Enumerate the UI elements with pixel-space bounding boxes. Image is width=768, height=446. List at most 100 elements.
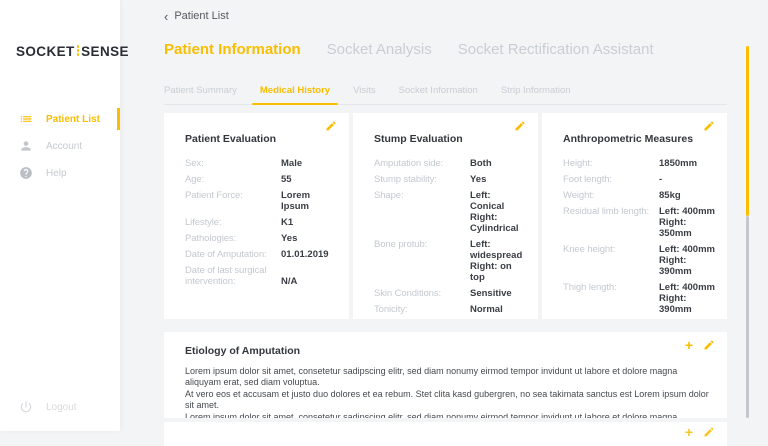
edit-button[interactable] xyxy=(514,120,526,132)
field-label: Thigh length: xyxy=(563,282,617,293)
tab-socket-analysis[interactable]: Socket Analysis xyxy=(327,41,432,58)
cards-row: Patient Evaluation Sex: Male Age: 55 Patie… xyxy=(164,113,727,319)
add-button[interactable]: + xyxy=(684,337,693,353)
field-row: Height: 1850mm xyxy=(563,158,715,169)
field-label: Date of Amputation: xyxy=(185,249,267,260)
sidebar-item-account[interactable]: Account xyxy=(0,135,120,157)
pencil-icon xyxy=(326,121,336,131)
field-row: Sex: Male xyxy=(185,158,337,169)
field-value: - xyxy=(659,174,663,185)
breadcrumb-back[interactable]: ‹ Patient List xyxy=(164,8,229,24)
field-value: 85kg xyxy=(659,190,681,201)
tab-socket-rectification-assistant[interactable]: Socket Rectification Assistant xyxy=(458,41,654,58)
scrollbar[interactable] xyxy=(746,46,749,418)
tab-patient-information[interactable]: Patient Information xyxy=(164,41,301,58)
card-anthropometric-measures: Anthropometric Measures Height: 1850mm Fo… xyxy=(542,113,727,319)
field-value: Left: Conical Right: Cylindrical xyxy=(470,190,519,234)
field-value: Sensitive xyxy=(470,288,512,299)
plus-icon: + xyxy=(684,337,693,353)
sidebar-item-label: Patient List xyxy=(46,113,100,125)
field-label: Knee height: xyxy=(563,244,616,255)
field-value: Left: widespread Right: on top xyxy=(470,239,523,283)
field-value: Both xyxy=(470,158,492,169)
field-row: Weight: 85kg xyxy=(563,190,715,201)
sidebar-item-help[interactable]: Help xyxy=(0,162,120,184)
field-row: Foot length: - xyxy=(563,174,715,185)
field-value: Left: 400mm Right: 350mm xyxy=(659,206,715,239)
edit-button[interactable] xyxy=(703,120,715,132)
card-title: Anthropometric Measures xyxy=(563,133,694,145)
field-row: Shape: Left: Conical Right: Cylindrical xyxy=(374,190,526,234)
etiology-paragraph: Lorem ipsum dolor sit amet, consetetur s… xyxy=(185,412,678,418)
field-label: Sex: xyxy=(185,158,204,169)
field-value: 1850mm xyxy=(659,158,698,169)
field-label: Weight: xyxy=(563,190,595,201)
field-label: Tonicity: xyxy=(374,304,408,315)
subtab-strip-information[interactable]: Strip Information xyxy=(501,85,571,104)
pencil-icon xyxy=(704,340,714,350)
subtab-medical-history[interactable]: Medical History xyxy=(251,85,339,105)
card-next-partial: + xyxy=(164,422,727,446)
field-label: Height: xyxy=(563,158,593,169)
field-label: Skin Conditions: xyxy=(374,288,442,299)
help-icon xyxy=(20,167,32,179)
card-etiology-of-amputation: + Etiology of Amputation Lorem ipsum dol… xyxy=(164,332,727,418)
etiology-paragraph: Lorem ipsum dolor sit amet, consetetur s… xyxy=(185,366,709,410)
power-icon xyxy=(20,401,32,413)
sidebar-nav: Patient List Account Help xyxy=(0,108,120,189)
field-value: 55 xyxy=(281,174,292,185)
field-row: Tonicity: Normal xyxy=(374,304,526,315)
scrollbar-track[interactable] xyxy=(746,216,749,418)
field-row: Residual limb length: Left: 400mm Right: … xyxy=(563,206,715,239)
list-icon xyxy=(20,116,32,122)
pencil-icon xyxy=(515,121,525,131)
field-value: Left: 400mm Right: 390mm xyxy=(659,244,715,277)
card-title: Patient Evaluation xyxy=(185,133,277,145)
card-title: Stump Evaluation xyxy=(374,133,463,145)
back-chevron-icon: ‹ xyxy=(164,8,169,24)
field-value: Yes xyxy=(281,233,298,244)
field-value: 01.01.2019 xyxy=(281,249,329,260)
card-stump-evaluation: Stump Evaluation Amputation side: Both St… xyxy=(353,113,538,319)
scrollbar-thumb[interactable] xyxy=(746,46,749,216)
pencil-icon xyxy=(704,121,714,131)
edit-button[interactable] xyxy=(703,426,715,438)
subtab-patient-summary[interactable]: Patient Summary xyxy=(164,85,237,104)
field-label: Lifestyle: xyxy=(185,217,222,228)
field-label: Foot length: xyxy=(563,174,612,185)
field-row: Knee height: Left: 400mm Right: 390mm xyxy=(563,244,715,277)
logo-left: SOCKET xyxy=(16,44,75,59)
field-label: Patient Force: xyxy=(185,190,243,201)
field-value: Lorem Ipsum xyxy=(281,190,311,212)
logo-dots-icon xyxy=(76,49,80,52)
field-row: Pathologies: Yes xyxy=(185,233,337,244)
field-value: Left: 400mm Right: 390mm xyxy=(659,282,715,315)
field-row: Age: 55 xyxy=(185,174,337,185)
field-row: Bone protub: Left: widespread Right: on t… xyxy=(374,239,526,283)
active-indicator xyxy=(117,108,120,130)
logout-button[interactable]: Logout xyxy=(19,400,77,414)
sidebar-item-label: Account xyxy=(46,140,83,152)
sidebar-item-patient-list[interactable]: Patient List xyxy=(0,108,120,130)
field-value: K1 xyxy=(281,217,294,228)
logout-label: Logout xyxy=(46,401,77,413)
field-row: Lifestyle: K1 xyxy=(185,217,337,228)
add-button[interactable]: + xyxy=(684,424,693,440)
field-row: Patient Force: Lorem Ipsum xyxy=(185,190,337,212)
app-logo: SOCKET SENSE xyxy=(16,44,129,59)
field-row: Date of last surgical intervention: N/A xyxy=(185,265,337,287)
person-icon xyxy=(21,141,31,151)
subtab-socket-information[interactable]: Socket Information xyxy=(399,85,478,104)
main-tabs: Patient Information Socket Analysis Sock… xyxy=(164,41,654,58)
field-row: Thigh length: Left: 400mm Right: 390mm xyxy=(563,282,715,315)
plus-icon: + xyxy=(684,424,693,440)
edit-button[interactable] xyxy=(703,339,715,351)
field-label: Shape: xyxy=(374,190,404,201)
field-value: Male xyxy=(281,158,303,169)
pencil-icon xyxy=(704,427,714,437)
edit-button[interactable] xyxy=(325,120,337,132)
subtab-visits[interactable]: Visits xyxy=(353,85,376,104)
field-row: Skin Conditions: Sensitive xyxy=(374,288,526,299)
sidebar-item-label: Help xyxy=(46,167,67,179)
sidebar: SOCKET SENSE Patient List Account Help Lo… xyxy=(0,0,129,431)
